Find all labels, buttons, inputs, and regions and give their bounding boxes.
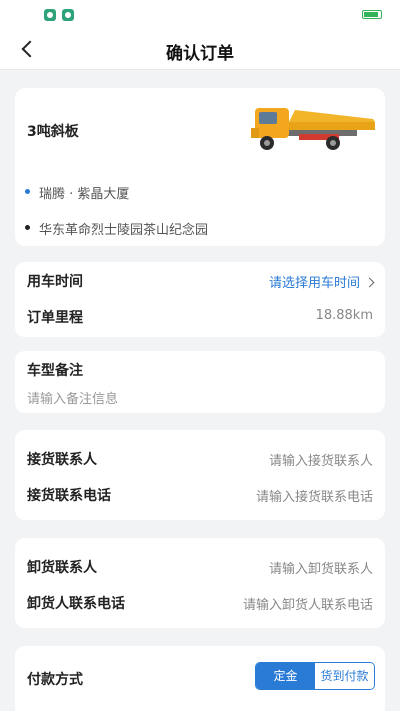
distance-label: 订单里程 <box>27 310 83 326</box>
use-time-value: 请选择用车时间 <box>268 276 360 291</box>
unload-contact-input[interactable]: 请输入卸货联系人 <box>269 558 373 577</box>
pickup-phone-input[interactable]: 请输入接货联系电话 <box>256 486 373 505</box>
schedule-card: 用车时间 请选择用车时间 订单里程 18.88km <box>15 262 385 337</box>
vehicle-route-card: 3吨斜板 瑞腾 · 紫晶大厦 华东革命烈士陵园茶山纪念园 <box>15 88 385 246</box>
destination-address-text: 华东革命烈士陵园茶山纪念园 <box>39 223 209 238</box>
destination-dot-icon <box>25 225 30 230</box>
chevron-right-icon <box>364 277 375 288</box>
pickup-contact-input[interactable]: 请输入接货联系人 <box>269 450 373 469</box>
status-bar <box>0 0 400 30</box>
deposit-option-button[interactable]: 定金 <box>256 663 315 689</box>
origin-dot-icon <box>25 189 30 194</box>
cash-on-delivery-option-button[interactable]: 货到付款 <box>315 663 374 689</box>
notification-icon <box>44 9 56 21</box>
payment-card: 付款方式 定金 货到付款 <box>15 646 385 711</box>
battery-icon <box>362 10 382 19</box>
origin-address: 瑞腾 · 紫晶大厦 <box>25 183 130 202</box>
flatbed-truck-image <box>251 108 375 150</box>
vehicle-note-card: 车型备注 请输入备注信息 <box>15 351 385 413</box>
unload-contact-card: 卸货联系人 请输入卸货联系人 卸货人联系电话 请输入卸货人联系电话 <box>15 538 385 628</box>
unload-contact-label: 卸货联系人 <box>27 560 97 576</box>
vehicle-type-label: 3吨斜板 <box>27 124 79 140</box>
origin-address-text: 瑞腾 · 紫晶大厦 <box>39 187 130 202</box>
pickup-contact-card: 接货联系人 请输入接货联系人 接货联系电话 请输入接货联系电话 <box>15 430 385 520</box>
vehicle-note-input[interactable]: 请输入备注信息 <box>27 388 118 407</box>
notification-icon <box>62 9 74 21</box>
pickup-phone-label: 接货联系电话 <box>27 488 111 504</box>
payment-method-label: 付款方式 <box>27 672 83 688</box>
pickup-contact-label: 接货联系人 <box>27 452 97 468</box>
page-title: 确认订单 <box>166 44 234 64</box>
payment-method-toggle: 定金 货到付款 <box>255 662 375 690</box>
destination-address: 华东革命烈士陵园茶山纪念园 <box>25 219 209 238</box>
use-time-label: 用车时间 <box>27 274 83 290</box>
nav-bar: 确认订单 <box>0 30 400 70</box>
unload-phone-label: 卸货人联系电话 <box>27 596 125 612</box>
vehicle-note-label: 车型备注 <box>27 363 83 379</box>
unload-phone-input[interactable]: 请输入卸货人联系电话 <box>243 594 373 613</box>
use-time-selector[interactable]: 请选择用车时间 <box>268 272 375 291</box>
distance-value: 18.88km <box>315 308 373 323</box>
